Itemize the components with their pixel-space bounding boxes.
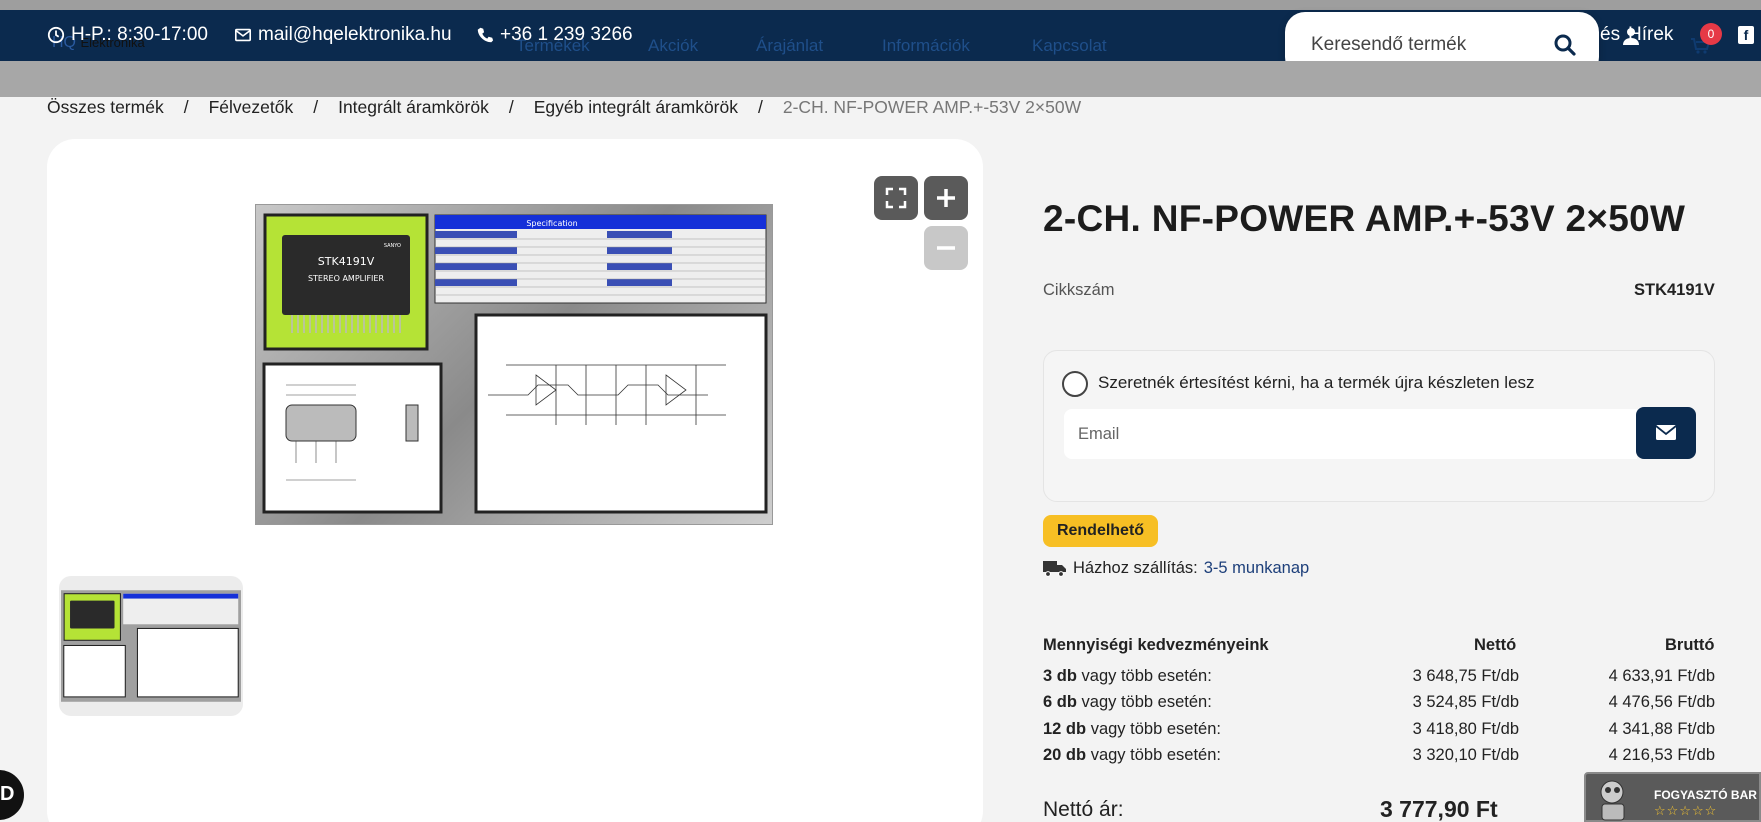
email-text[interactable]: mail@hqelektronika.hu bbox=[258, 24, 452, 46]
opening-hours: H-P.: 8:30-17:00 bbox=[47, 22, 208, 48]
news-link[interactable]: Hírek bbox=[1628, 24, 1673, 46]
zoom-out-button[interactable] bbox=[924, 226, 968, 270]
product-image-graphic: STK4191V STEREO AMPLIFIER SANYO Specific… bbox=[262, 213, 768, 514]
discount-qty: 6 db bbox=[1043, 693, 1077, 711]
partial-link[interactable]: és bbox=[1600, 24, 1620, 46]
plus-icon bbox=[937, 189, 955, 207]
rating-stars: ☆☆☆☆☆ bbox=[1654, 804, 1718, 819]
discount-gross: 4 633,91 Ft/db bbox=[1608, 667, 1715, 685]
breadcrumb-item-ics[interactable]: Integrált áramkörök bbox=[338, 97, 489, 118]
discount-net: 3 418,80 Ft/db bbox=[1412, 720, 1519, 738]
notify-email-input[interactable] bbox=[1064, 409, 1637, 459]
shipping-time: 3-5 munkanap bbox=[1203, 558, 1310, 577]
widget-label: FOGYASZTÓ BAR bbox=[1654, 788, 1757, 802]
header-email[interactable]: mail@hqelektronika.hu bbox=[234, 22, 452, 48]
breadcrumb-separator: / bbox=[313, 97, 319, 117]
nav-item-arajanlat[interactable]: Árajánlat bbox=[756, 36, 823, 56]
header-phone[interactable]: +36 1 239 3266 bbox=[476, 22, 633, 48]
nav-item-kapcsolat[interactable]: Kapcsolat bbox=[1032, 36, 1107, 56]
discount-gross: 4 476,56 Ft/db bbox=[1608, 693, 1715, 711]
minus-icon bbox=[937, 246, 955, 250]
discount-row: 3 db vagy több esetén: 3 648,75 Ft/db 4 … bbox=[1043, 667, 1715, 691]
sku-label: Cikkszám bbox=[1043, 281, 1115, 299]
chat-button[interactable]: D bbox=[0, 770, 24, 820]
envelope-icon bbox=[1655, 425, 1677, 440]
nav-item-informaciok[interactable]: Információk bbox=[882, 36, 970, 56]
chip-brand: SANYO bbox=[384, 243, 401, 249]
envelope-icon bbox=[234, 28, 252, 42]
discount-header-gross: Bruttó bbox=[1665, 636, 1715, 654]
discount-row: 6 db vagy több esetén: 3 524,85 Ft/db 4 … bbox=[1043, 693, 1715, 717]
phone-text[interactable]: +36 1 239 3266 bbox=[500, 24, 633, 46]
phone-icon bbox=[477, 27, 494, 43]
discount-header-qty: Mennyiségi kedvezményeink bbox=[1043, 636, 1269, 654]
product-title: 2-CH. NF-POWER AMP.+-53V 2×50W bbox=[1043, 198, 1686, 239]
facebook-icon[interactable]: f bbox=[1738, 26, 1754, 44]
top-gray-strip bbox=[0, 0, 1761, 10]
discount-qty: 12 db bbox=[1043, 720, 1087, 738]
breadcrumb-separator: / bbox=[508, 97, 514, 117]
discount-net: 3 648,75 Ft/db bbox=[1412, 667, 1519, 685]
cart-count-badge: 0 bbox=[1700, 23, 1722, 45]
spec-title: Specification bbox=[526, 219, 577, 228]
notify-submit-button[interactable] bbox=[1636, 407, 1696, 459]
discount-net: 3 320,10 Ft/db bbox=[1412, 746, 1519, 764]
breadcrumb-item-other-ics[interactable]: Egyéb integrált áramkörök bbox=[534, 97, 738, 118]
breadcrumb-item-all-products[interactable]: Összes termék bbox=[47, 97, 164, 118]
discount-suffix: vagy több esetén: bbox=[1090, 746, 1221, 764]
breadcrumb-separator: / bbox=[758, 97, 763, 117]
net-price-value: 3 777,90 Ft bbox=[1380, 796, 1498, 822]
discount-gross: 4 341,88 Ft/db bbox=[1608, 720, 1715, 738]
search-input[interactable] bbox=[1311, 33, 1531, 56]
header-overlay-band bbox=[0, 61, 1761, 97]
stock-notify-card: Szeretnék értesítést kérni, ha a termék … bbox=[1043, 350, 1715, 502]
net-price-label: Nettó ár: bbox=[1043, 798, 1124, 821]
chip-label: STK4191V bbox=[318, 255, 375, 268]
discount-net: 3 524,85 Ft/db bbox=[1412, 693, 1519, 711]
availability-badge: Rendelhető bbox=[1043, 515, 1158, 547]
product-main-image[interactable]: STK4191V STEREO AMPLIFIER SANYO Specific… bbox=[255, 204, 773, 525]
truck-icon bbox=[1043, 561, 1066, 577]
discount-suffix: vagy több esetén: bbox=[1081, 693, 1212, 711]
expand-icon bbox=[885, 187, 907, 209]
discount-header-net: Nettó bbox=[1474, 636, 1517, 654]
clock-icon bbox=[47, 26, 65, 44]
chip-sublabel: STEREO AMPLIFIER bbox=[308, 274, 385, 283]
discount-gross: 4 216,53 Ft/db bbox=[1608, 746, 1715, 764]
fullscreen-button[interactable] bbox=[874, 176, 918, 220]
thumbnail-image[interactable] bbox=[59, 576, 243, 716]
search-icon[interactable] bbox=[1553, 33, 1577, 57]
thumbnail-graphic bbox=[61, 590, 241, 702]
discount-suffix: vagy több esetén: bbox=[1090, 720, 1221, 738]
discount-row: 12 db vagy több esetén: 3 418,80 Ft/db 4… bbox=[1043, 720, 1715, 744]
discount-qty: 20 db bbox=[1043, 746, 1087, 764]
shipping-label: Házhoz szállítás: bbox=[1073, 558, 1198, 577]
sku-value: STK4191V bbox=[1634, 281, 1715, 299]
breadcrumb-item-semiconductors[interactable]: Félvezetők bbox=[209, 97, 294, 118]
discount-suffix: vagy több esetén: bbox=[1081, 667, 1212, 685]
consumer-barometer-widget[interactable]: FOGYASZTÓ BAR ☆☆☆☆☆ bbox=[1584, 772, 1761, 822]
shipping-info: Házhoz szállítás: 3-5 munkanap bbox=[1043, 558, 1309, 578]
chat-label: D bbox=[0, 783, 15, 805]
robot-icon bbox=[1600, 780, 1625, 821]
notify-label: Szeretnék értesítést kérni, ha a termék … bbox=[1098, 373, 1535, 392]
notify-checkbox[interactable] bbox=[1062, 371, 1088, 397]
discount-qty: 3 db bbox=[1043, 667, 1077, 685]
nav-item-akciok[interactable]: Akciók bbox=[648, 36, 698, 56]
zoom-in-button[interactable] bbox=[924, 176, 968, 220]
hours-text: H-P.: 8:30-17:00 bbox=[71, 24, 208, 45]
discount-row: 20 db vagy több esetén: 3 320,10 Ft/db 4… bbox=[1043, 746, 1715, 770]
breadcrumb-separator: / bbox=[183, 97, 189, 117]
breadcrumb: Összes termék / Félvezetők / Integrált á… bbox=[47, 97, 1081, 118]
breadcrumb-current: 2-CH. NF-POWER AMP.+-53V 2×50W bbox=[782, 97, 1082, 117]
